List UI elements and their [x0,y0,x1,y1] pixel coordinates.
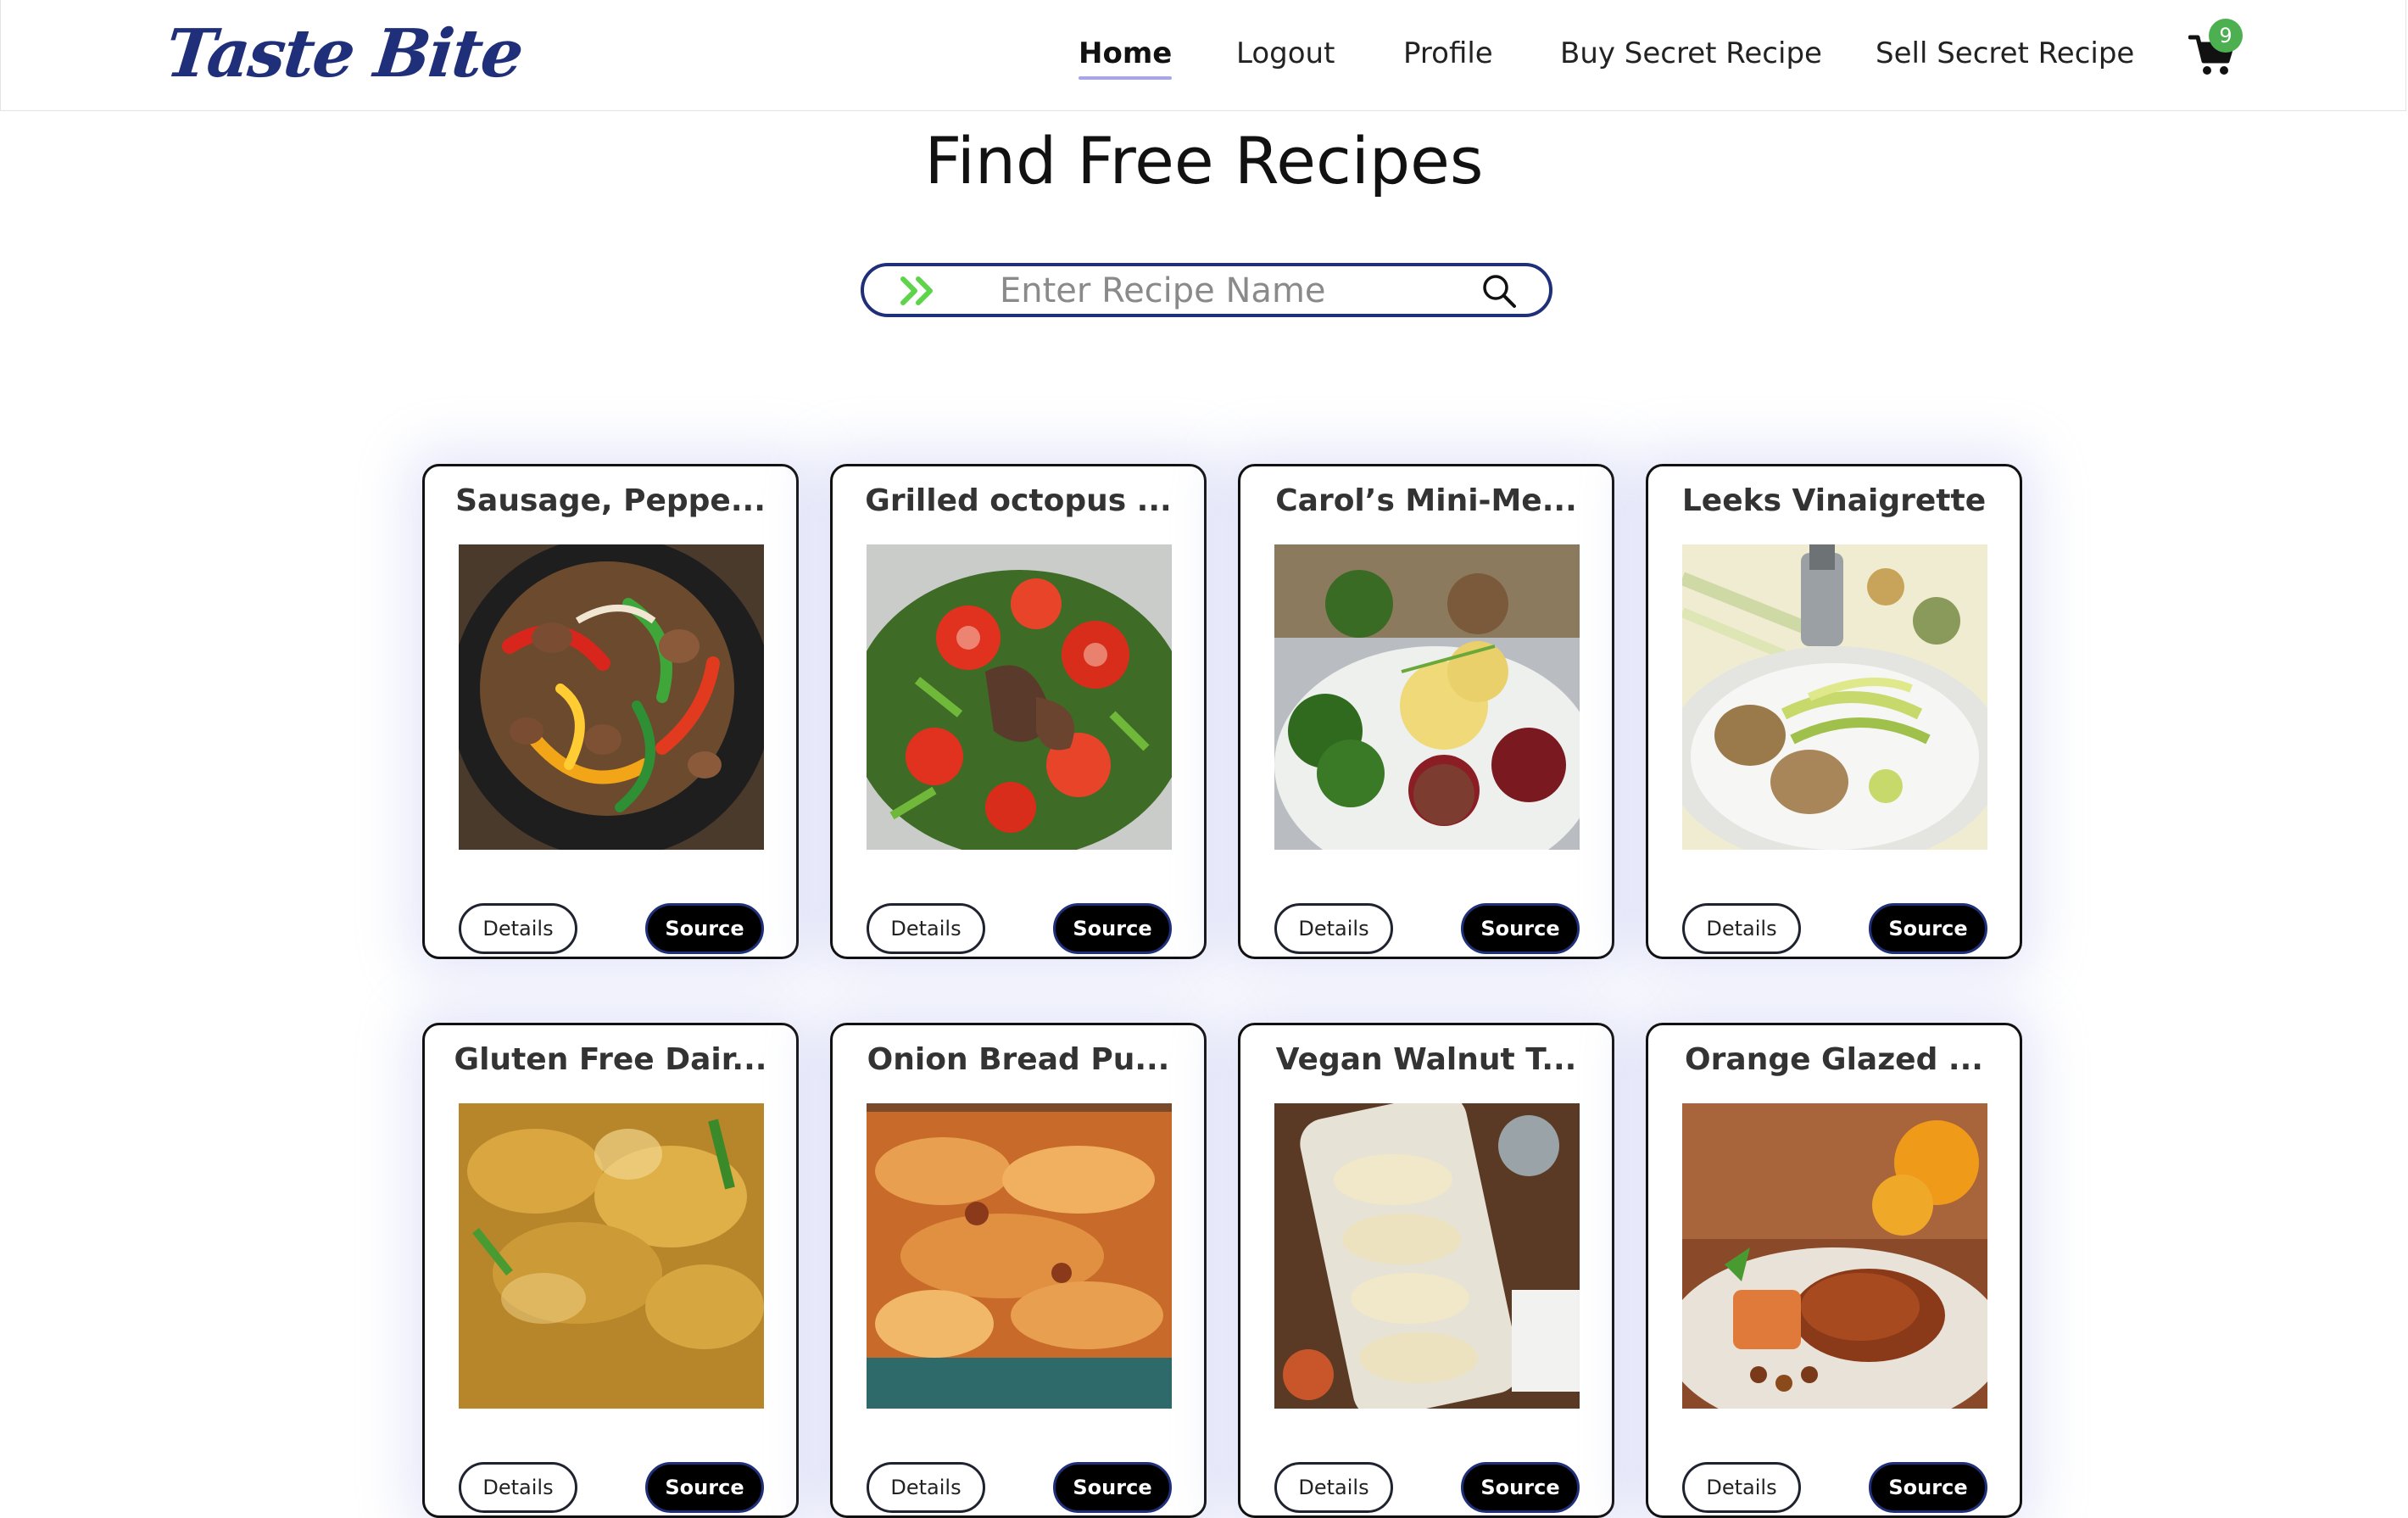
recipe-title[interactable]: Sausage, Peppe... [425,480,796,522]
details-button[interactable]: Details [867,903,985,954]
recipe-title[interactable]: Grilled octopus ... [833,480,1204,522]
recipe-title[interactable]: Gluten Free Dair... [425,1039,796,1081]
recipe-search-input[interactable] [1000,270,1474,312]
source-button[interactable]: Source [1053,1462,1172,1513]
page-title: Find Free Recipes [924,123,1484,198]
recipe-image[interactable] [867,544,1172,850]
recipe-card: Carol’s Mini-Me... Details Source [1238,464,1614,959]
recipe-image[interactable] [459,1103,764,1409]
details-button[interactable]: Details [1274,903,1393,954]
details-button[interactable]: Details [1274,1462,1393,1513]
source-button[interactable]: Source [1461,1462,1580,1513]
source-button[interactable]: Source [645,903,764,954]
recipe-title[interactable]: Orange Glazed ... [1648,1039,2020,1081]
recipe-image[interactable] [1682,1103,1987,1409]
details-button[interactable]: Details [1682,1462,1801,1513]
recipe-card: Orange Glazed ... Details Source [1646,1023,2022,1518]
source-button[interactable]: Source [645,1462,764,1513]
double-chevron-right-icon [900,276,933,305]
recipe-card: Gluten Free Dair... Details Source [422,1023,799,1518]
recipe-image[interactable] [1682,544,1987,850]
search-icon[interactable] [1481,273,1517,309]
cart-count-badge: 9 [2209,19,2243,53]
recipe-card: Grilled octopus ... Details Source [830,464,1207,959]
recipe-image[interactable] [459,544,764,850]
recipe-title[interactable]: Onion Bread Pu... [833,1039,1204,1081]
recipe-card: Sausage, Peppe... Details Source [422,464,799,959]
nav-home[interactable]: Home [1079,32,1173,80]
details-button[interactable]: Details [867,1462,985,1513]
nav-buy-secret-recipe[interactable]: Buy Secret Recipe [1560,32,1822,75]
nav-sell-secret-recipe[interactable]: Sell Secret Recipe [1876,32,2134,75]
source-button[interactable]: Source [1461,903,1580,954]
recipe-card: Onion Bread Pu... Details Source [830,1023,1207,1518]
recipe-image[interactable] [867,1103,1172,1409]
recipe-search-box [861,263,1552,317]
recipe-title[interactable]: Leeks Vinaigrette [1648,480,2020,522]
source-button[interactable]: Source [1053,903,1172,954]
brand-logo[interactable]: Taste Bite [162,12,527,97]
recipe-title[interactable]: Carol’s Mini-Me... [1240,480,1612,522]
details-button[interactable]: Details [1682,903,1801,954]
recipe-image[interactable] [1274,544,1580,850]
source-button[interactable]: Source [1869,903,1987,954]
details-button[interactable]: Details [459,1462,577,1513]
recipe-card: Leeks Vinaigrette Details Source [1646,464,2022,959]
recipe-title[interactable]: Vegan Walnut T... [1240,1039,1612,1081]
navbar: Taste Bite Home Logout Profile Buy Secre… [0,0,2406,111]
recipe-card: Vegan Walnut T... Details Source [1238,1023,1614,1518]
nav-logout[interactable]: Logout [1236,32,1335,75]
nav-profile[interactable]: Profile [1403,32,1493,75]
recipe-image[interactable] [1274,1103,1580,1409]
details-button[interactable]: Details [459,903,577,954]
source-button[interactable]: Source [1869,1462,1987,1513]
